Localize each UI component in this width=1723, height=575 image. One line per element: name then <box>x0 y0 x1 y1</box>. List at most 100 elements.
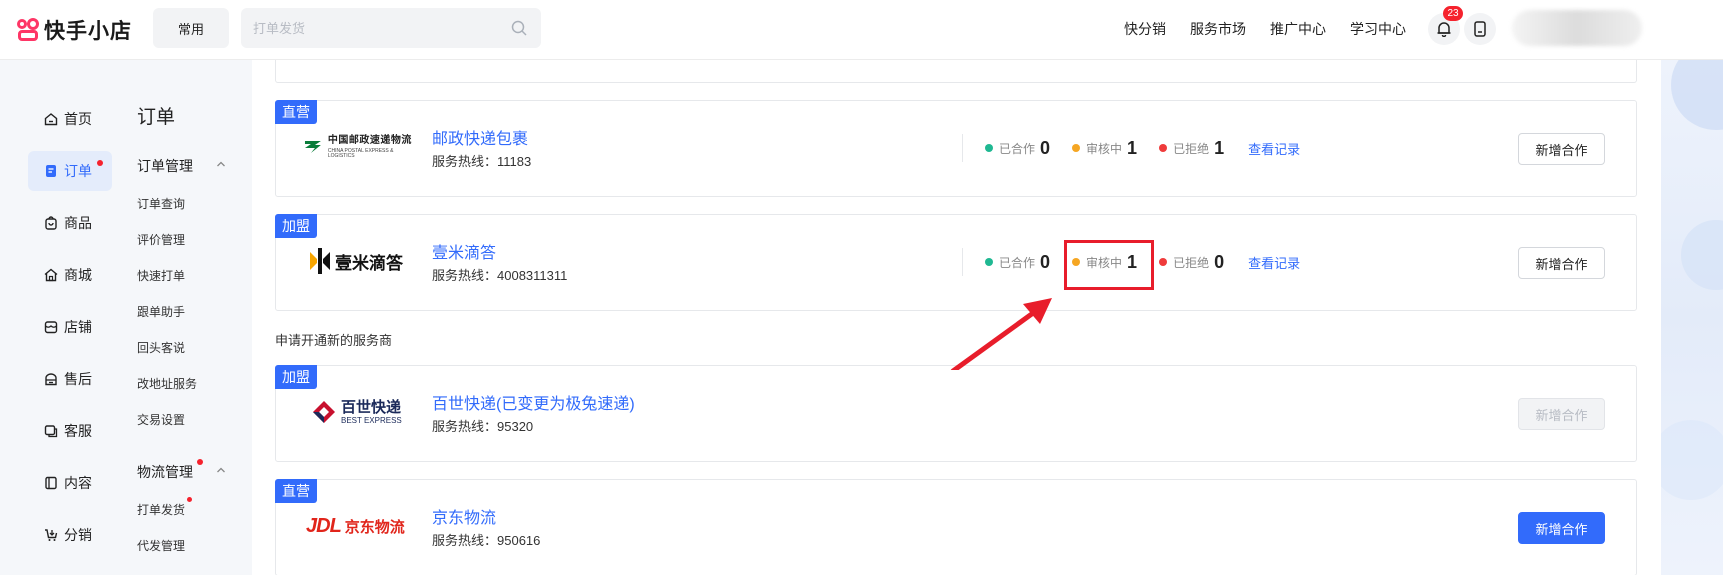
aftersale-icon <box>45 373 57 386</box>
subnav-item-dropship-management[interactable]: 代发管理 <box>137 537 185 554</box>
sub-nav: 订单 订单管理 订单查询 评价管理 快速打单 跟单助手 回头客说 改地址服务 交… <box>122 60 252 575</box>
view-record-link[interactable]: 查看记录 <box>1248 139 1300 158</box>
nav-item-service[interactable]: 客服 <box>28 411 112 451</box>
annotation-arrow-icon <box>950 298 1052 370</box>
logistics-dot <box>197 459 203 465</box>
stat-cooperating: 已合作 0 <box>985 138 1050 159</box>
add-cooperation-button-disabled[interactable]: 新增合作 <box>1518 398 1605 430</box>
green-dot-icon <box>985 144 993 152</box>
left-nav: 首页 订单 商品 商城 店铺 售后 客服 内容 分销 <box>0 60 122 575</box>
nav-item-mall[interactable]: 商城 <box>28 255 112 295</box>
search-input[interactable] <box>241 8 491 48</box>
order-icon <box>46 165 56 177</box>
link-kuaifenxiao[interactable]: 快分销 <box>1124 19 1166 39</box>
stat-label: 已拒绝 <box>1173 141 1210 156</box>
stat-value: 1 <box>1127 137 1138 158</box>
search-icon[interactable] <box>511 20 527 36</box>
nav-label-distribution: 分销 <box>64 527 92 543</box>
jd-logo-en: JDL <box>306 514 342 537</box>
app-logo[interactable]: 快手小店 <box>16 15 132 45</box>
china-post-logo: 中国邮政速递物流 CHINA POSTAL EXPRESS & LOGISTIC… <box>301 127 421 167</box>
nav-item-aftersale[interactable]: 售后 <box>28 359 112 399</box>
subnav-item-trade-settings[interactable]: 交易设置 <box>137 411 185 428</box>
kuaishou-logo-icon <box>16 18 40 42</box>
nav-label-order: 订单 <box>64 163 92 179</box>
provider-card-jd-logistics: 直营 JDL 京东物流 京东物流 服务热线：950616 新增合作 <box>275 479 1637 575</box>
stat-reviewing: 审核中 1 <box>1072 138 1137 159</box>
jd-logistics-logo: JDL 京东物流 <box>306 506 426 546</box>
nav-label-store: 店铺 <box>64 319 92 335</box>
subnav-item-print-ship[interactable]: 打单发货 <box>137 497 192 518</box>
card-tag: 加盟 <box>275 365 317 389</box>
previous-card-edge <box>275 60 1637 83</box>
link-service-market[interactable]: 服务市场 <box>1190 19 1246 39</box>
nav-label-home: 首页 <box>64 111 92 127</box>
user-avatar[interactable] <box>1512 10 1642 46</box>
subnav-item-quick-print[interactable]: 快速打单 <box>137 267 185 284</box>
phone-icon <box>1474 21 1486 37</box>
red-dot-icon <box>1159 144 1168 152</box>
stat-label: 已合作 <box>999 141 1036 156</box>
right-decoration <box>1661 60 1723 575</box>
card-tag: 直营 <box>275 479 317 503</box>
provider-hotline: 服务热线：950616 <box>432 533 541 548</box>
stat-label: 审核中 <box>1086 141 1123 156</box>
nav-item-store[interactable]: 店铺 <box>28 307 112 347</box>
top-links: 快分销 服务市场 推广中心 学习中心 <box>1124 19 1430 39</box>
stat-rejected: 已拒绝 1 <box>1159 138 1224 159</box>
subnav-group-order-management[interactable]: 订单管理 <box>137 156 227 176</box>
nav-label-mall: 商城 <box>64 267 92 283</box>
provider-hotline: 服务热线：4008311311 <box>432 268 568 283</box>
subnav-item-label: 打单发货 <box>137 503 186 517</box>
top-bar: 快手小店 常用 快分销 服务市场 推广中心 学习中心 23 <box>0 0 1723 60</box>
best-express-logo-icon <box>313 401 335 423</box>
add-cooperation-button-primary[interactable]: 新增合作 <box>1518 512 1605 544</box>
view-record-link[interactable]: 查看记录 <box>1248 253 1300 272</box>
provider-card-china-post: 直营 中国邮政速递物流 CHINA POSTAL EXPRESS & LOGIS… <box>275 100 1637 197</box>
link-promotion-center[interactable]: 推广中心 <box>1270 19 1326 39</box>
new-provider-section-label: 申请开通新的服务商 <box>275 333 393 348</box>
distribution-icon <box>45 529 58 541</box>
nav-item-home[interactable]: 首页 <box>28 99 112 139</box>
nav-label-content: 内容 <box>64 475 92 491</box>
subnav-item-follow-assistant[interactable]: 跟单助手 <box>137 303 185 320</box>
card-tag: 加盟 <box>275 214 317 238</box>
stat-value: 0 <box>1214 251 1225 272</box>
store-icon <box>44 321 58 334</box>
link-learning-center[interactable]: 学习中心 <box>1350 19 1406 39</box>
provider-hotline: 服务热线：11183 <box>432 154 532 169</box>
add-cooperation-button[interactable]: 新增合作 <box>1518 133 1605 165</box>
subnav-item-review-management[interactable]: 评价管理 <box>137 231 185 248</box>
stat-label: 已拒绝 <box>1173 255 1210 270</box>
app-logo-text: 快手小店 <box>44 20 132 43</box>
green-dot-icon <box>985 258 993 266</box>
provider-name[interactable]: 邮政快递包裹 <box>432 125 528 149</box>
mobile-button[interactable] <box>1464 13 1496 45</box>
subnav-group-logistics-management[interactable]: 物流管理 <box>137 459 227 482</box>
provider-card-best-express: 加盟 百世快递 BEST EXPRESS 百世快递(已变更为极兔速递) 服务热线… <box>275 365 1637 462</box>
mall-icon <box>44 268 58 282</box>
nav-item-order[interactable]: 订单 <box>28 151 112 191</box>
subnav-item-order-query[interactable]: 订单查询 <box>137 195 185 212</box>
nav-label-service: 客服 <box>64 423 92 439</box>
provider-name[interactable]: 百世快递(已变更为极兔速递) <box>432 390 635 414</box>
stat-label: 已合作 <box>999 255 1036 270</box>
subnav-item-address-change[interactable]: 改地址服务 <box>137 375 197 392</box>
provider-name[interactable]: 京东物流 <box>432 504 496 528</box>
reviewing-highlight-box <box>1064 240 1154 290</box>
stat-cooperating: 已合作 0 <box>985 252 1050 273</box>
subnav-title: 订单 <box>137 107 176 128</box>
nav-item-content[interactable]: 内容 <box>28 463 112 503</box>
subnav-group-label: 物流管理 <box>137 464 193 480</box>
china-post-logo-cn: 中国邮政速递物流 <box>327 134 412 146</box>
jd-logo-cn: 京东物流 <box>344 518 405 536</box>
best-express-logo: 百世快递 BEST EXPRESS <box>311 392 431 432</box>
provider-name[interactable]: 壹米滴答 <box>432 239 496 263</box>
cooperation-stats: 已合作 0 审核中 1 已拒绝 1 查看记录 <box>962 134 1300 162</box>
nav-item-distribution[interactable]: 分销 <box>28 515 112 555</box>
stat-value: 1 <box>1214 137 1225 158</box>
subnav-item-repeat-customer[interactable]: 回头客说 <box>137 339 185 356</box>
nav-item-product[interactable]: 商品 <box>28 203 112 243</box>
common-button[interactable]: 常用 <box>153 8 229 48</box>
add-cooperation-button[interactable]: 新增合作 <box>1518 247 1605 279</box>
